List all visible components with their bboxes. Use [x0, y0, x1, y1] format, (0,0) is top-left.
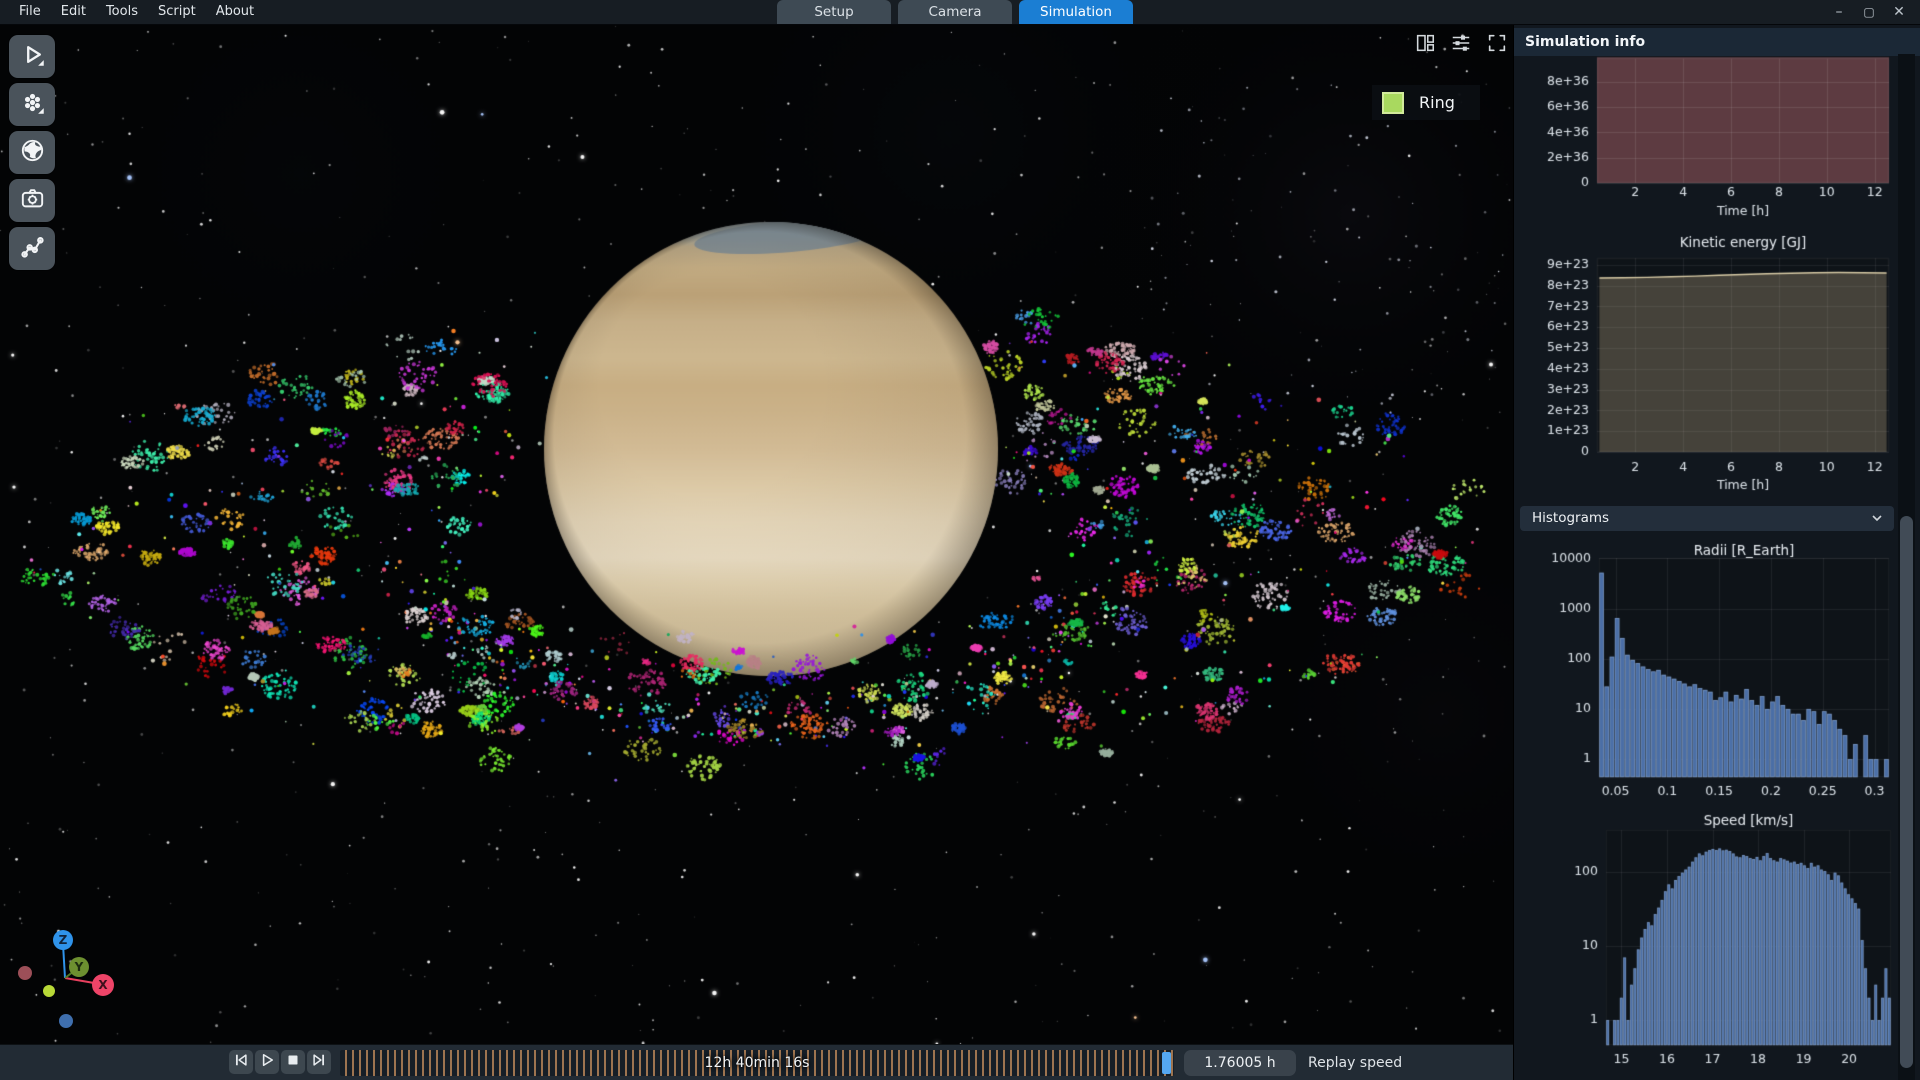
viewport-view-controls: [1413, 31, 1509, 55]
particles-tool-button[interactable]: [9, 83, 55, 126]
menu-bar: FileEditToolsScriptAbout: [10, 0, 263, 24]
particle-dot: [43, 985, 55, 997]
minimize-button[interactable]: –: [1828, 1, 1850, 23]
radii-histogram-chart: [1522, 540, 1908, 806]
skip-to-start-icon: [232, 1051, 250, 1073]
menu-item-edit[interactable]: Edit: [52, 0, 95, 24]
simulation-info-panel: Simulation info Histograms: [1513, 24, 1920, 1080]
adjust-sliders-icon[interactable]: [1449, 31, 1473, 55]
menu-item-about[interactable]: About: [207, 0, 263, 24]
mode-tabs: Setup Camera Simulation: [777, 0, 1133, 24]
playback-bar: 12h 40min 16s 1.76005 h Replay speed: [0, 1044, 1513, 1080]
maximize-button[interactable]: ▢: [1858, 1, 1880, 23]
camera-settings-icon: [19, 185, 46, 216]
graph-tool-button[interactable]: [9, 227, 55, 270]
graph-icon: [19, 233, 46, 264]
globe-icon: [19, 137, 46, 168]
play-icon: [258, 1051, 276, 1073]
panel-scrollbar-thumb[interactable]: [1900, 516, 1913, 1068]
tab-simulation[interactable]: Simulation: [1019, 0, 1133, 24]
kinetic-energy-chart: [1522, 224, 1908, 496]
globe-tool-button[interactable]: [9, 131, 55, 174]
ring-color-swatch: [1382, 92, 1404, 114]
legend[interactable]: Ring: [1372, 85, 1480, 120]
particle-dot: [59, 1014, 73, 1028]
3d-viewport: Ring Z Y X: [0, 24, 1513, 1044]
y-axis-label: Y: [74, 960, 84, 974]
window-controls: –▢ ✕: [1828, 0, 1910, 24]
angular-momentum-chart: [1522, 54, 1908, 222]
z-axis-label: Z: [59, 933, 68, 947]
current-time-label: 12h 40min 16s: [340, 1050, 1174, 1076]
menu-item-tools[interactable]: Tools: [97, 0, 147, 24]
panel-scrollbar-track[interactable]: [1898, 54, 1915, 1080]
chevron-down-icon: [1870, 511, 1884, 525]
timeline-scrubber[interactable]: 12h 40min 16s: [340, 1050, 1174, 1076]
play-button[interactable]: [255, 1050, 279, 1074]
tab-setup[interactable]: Setup: [777, 0, 891, 24]
menu-item-script[interactable]: Script: [149, 0, 205, 24]
histograms-header-label: Histograms: [1532, 510, 1609, 526]
stop-icon: [284, 1051, 302, 1073]
time-value-box[interactable]: 1.76005 h: [1184, 1050, 1296, 1076]
close-button[interactable]: ✕: [1888, 1, 1910, 23]
menu-item-file[interactable]: File: [10, 0, 50, 24]
timeline-handle[interactable]: [1162, 1052, 1171, 1074]
replay-speed-label: Replay speed: [1308, 1050, 1402, 1076]
camera-settings-tool-button[interactable]: [9, 179, 55, 222]
speed-histogram-chart: [1522, 810, 1908, 1074]
particle-dot: [18, 966, 32, 980]
x-axis-label: X: [98, 978, 108, 992]
play-tool-button[interactable]: [9, 35, 55, 78]
viewport-toolbar: [9, 35, 55, 270]
layout-icon[interactable]: [1413, 31, 1437, 55]
skip-to-end-button[interactable]: [307, 1050, 331, 1074]
application-window: FileEditToolsScriptAbout Setup Camera Simu…: [0, 0, 1920, 1080]
stop-button[interactable]: [281, 1050, 305, 1074]
fullscreen-icon[interactable]: [1485, 31, 1509, 55]
play-icon: [19, 41, 46, 72]
legend-label: Ring: [1419, 93, 1455, 112]
histograms-section-header[interactable]: Histograms: [1520, 506, 1894, 531]
panel-title: Simulation info: [1514, 28, 1920, 56]
skip-to-end-icon: [310, 1051, 328, 1073]
particles-icon: [19, 89, 46, 120]
skip-to-start-button[interactable]: [229, 1050, 253, 1074]
tab-camera[interactable]: Camera: [898, 0, 1012, 24]
title-bar: FileEditToolsScriptAbout Setup Camera Simu…: [0, 0, 1920, 25]
simulation-render-canvas[interactable]: [0, 24, 1513, 1044]
axes-gizmo: Z Y X: [0, 904, 160, 1044]
